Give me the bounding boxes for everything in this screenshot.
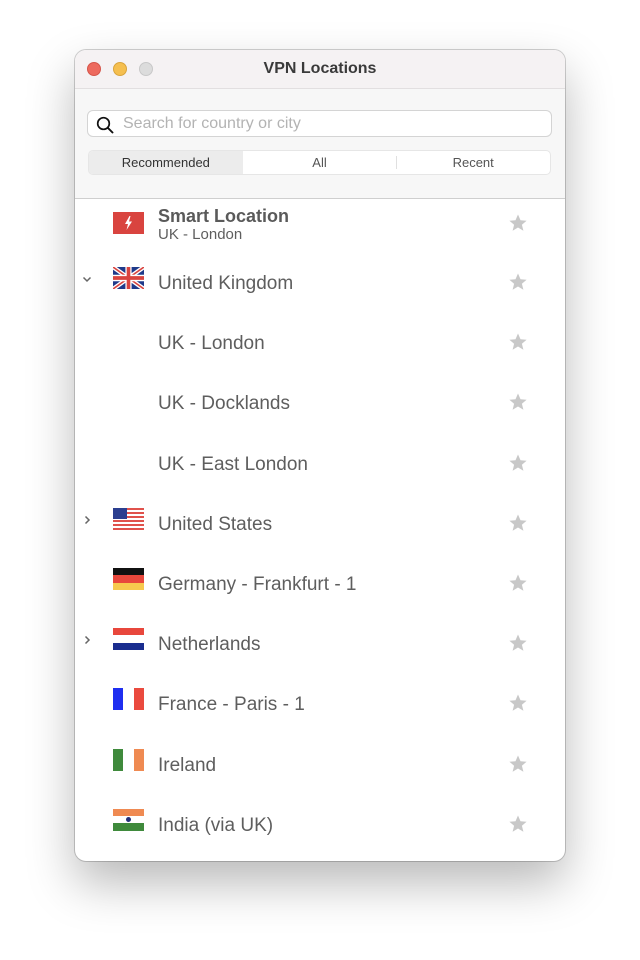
tab-all[interactable]: All [243,151,397,174]
window-title: VPN Locations [263,60,377,77]
smart-location-subtitle: UK - London [158,226,243,243]
vpn-locations-window: VPN Locations Recommended All Recent Sma… [75,50,565,861]
location-label: United Kingdom [158,273,294,294]
location-row-united-kingdom[interactable]: United Kingdom [75,255,565,315]
france-flag-icon [113,688,144,711]
header-panel: Recommended All Recent [75,89,565,199]
location-label: Germany - Frankfurt - 1 [158,573,357,595]
location-label: India (via UK) [158,814,274,836]
favorite-star-icon[interactable] [508,272,528,292]
location-label: Ireland [158,754,217,776]
location-row-uk-east-london[interactable]: UK - East London [75,436,565,496]
smart-location-row[interactable]: Smart Location UK - London [75,199,565,255]
title-bar: VPN Locations [75,50,565,89]
location-row-uk-london[interactable]: UK - London [75,315,565,375]
location-list: Smart Location UK - London United Kingdo… [75,199,565,857]
favorite-star-icon[interactable] [508,633,528,653]
location-label: Netherlands [158,634,261,656]
chevron-down-icon[interactable] [81,273,93,285]
favorite-star-icon[interactable] [508,573,528,593]
search-input[interactable] [123,111,543,136]
lightning-icon [113,212,144,234]
uk-flag-icon [113,267,144,289]
location-label: UK - East London [158,453,308,475]
location-label: France - Paris - 1 [158,694,305,716]
location-row-uk-docklands[interactable]: UK - Docklands [75,375,565,435]
location-label: UK - Docklands [158,393,290,415]
location-row-united-states[interactable]: United States [75,496,565,556]
india-flag-icon [113,808,144,831]
favorite-star-icon[interactable] [508,754,528,774]
favorite-star-icon[interactable] [508,693,528,713]
favorite-star-icon[interactable] [508,814,528,834]
search-field[interactable] [87,110,552,137]
tab-recommended[interactable]: Recommended [89,151,243,174]
germany-flag-icon [113,567,144,590]
chevron-right-icon[interactable] [81,634,93,646]
ireland-flag-icon [113,748,144,771]
favorite-star-icon[interactable] [508,392,528,412]
location-row-france-paris-1[interactable]: France - Paris - 1 [75,676,565,736]
location-label: United States [158,513,273,535]
favorite-star-icon[interactable] [508,513,528,533]
tab-recent[interactable]: Recent [396,151,550,174]
smart-location-title: Smart Location [158,206,290,226]
search-icon [96,116,114,134]
location-row-germany-frankfurt-1[interactable]: Germany - Frankfurt - 1 [75,556,565,616]
chevron-right-icon[interactable] [81,514,93,526]
location-label: UK - London [158,333,265,355]
location-row-netherlands[interactable]: Netherlands [75,616,565,676]
favorite-star-icon[interactable] [508,332,528,352]
netherlands-flag-icon [113,628,144,651]
location-row-india-via-uk[interactable]: India (via UK) [75,797,565,857]
us-flag-icon [113,507,144,530]
location-filter-tabs: Recommended All Recent [88,150,551,175]
location-row-ireland[interactable]: Ireland [75,737,565,797]
favorite-star-icon[interactable] [508,453,528,473]
favorite-star-icon[interactable] [508,213,528,233]
